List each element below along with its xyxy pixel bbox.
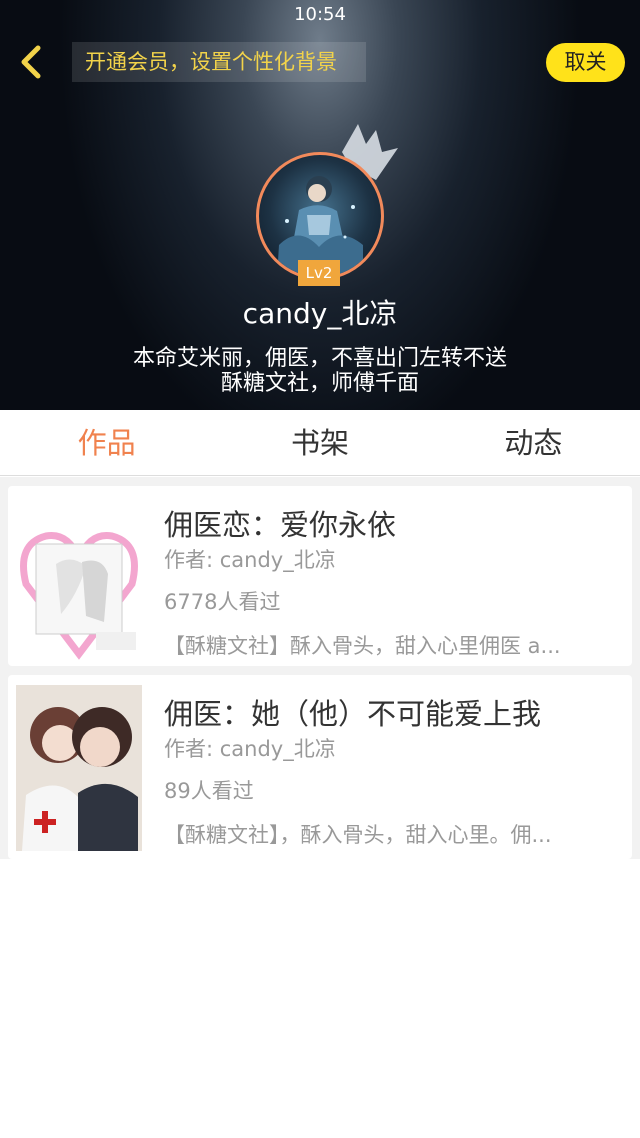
- bio-line-2: 酥糖文社，师傅千面: [220, 371, 419, 396]
- tab-activity[interactable]: 动态: [427, 410, 640, 475]
- back-button[interactable]: [14, 42, 50, 82]
- tab-works[interactable]: 作品: [0, 410, 213, 475]
- work-views: 89人看过: [164, 779, 254, 803]
- work-cover-image: [16, 504, 142, 664]
- avatar-image: [277, 176, 363, 277]
- profile-tabs: 作品 书架 动态: [0, 410, 640, 476]
- works-list: 佣医恋：爱你永依 作者: candy_北凉 6778人看过 【酥糖文社】酥入骨头…: [0, 477, 640, 859]
- chevron-left-icon: [21, 45, 41, 79]
- level-badge: Lv2: [298, 260, 340, 286]
- work-summary: 【酥糖文社】酥入骨头，甜入心里佣医 a...: [164, 634, 561, 658]
- work-views: 6778人看过: [164, 590, 281, 614]
- work-title: 佣医：她（他）不可能爱上我: [164, 697, 542, 731]
- status-bar-time: 10:54: [294, 4, 346, 25]
- work-card[interactable]: 佣医：她（他）不可能爱上我 作者: candy_北凉 89人看过 【酥糖文社】，…: [8, 675, 632, 859]
- work-card[interactable]: 佣医恋：爱你永依 作者: candy_北凉 6778人看过 【酥糖文社】酥入骨头…: [8, 486, 632, 666]
- work-author: 作者: candy_北凉: [164, 548, 336, 572]
- unfollow-button[interactable]: 取关: [546, 43, 625, 82]
- username: candy_北凉: [242, 297, 398, 330]
- tab-bookshelf[interactable]: 书架: [213, 410, 426, 475]
- work-summary: 【酥糖文社】，酥入骨头，甜入心里。佣...: [164, 823, 552, 847]
- profile-header: 10:54 开通会员，设置个性化背景 取关 Lv2 candy_北凉 本命艾米丽…: [0, 0, 640, 410]
- work-title: 佣医恋：爱你永依: [164, 508, 397, 542]
- vip-banner[interactable]: 开通会员，设置个性化背景: [72, 42, 366, 82]
- work-cover-image: [16, 685, 142, 851]
- work-author: 作者: candy_北凉: [164, 737, 336, 761]
